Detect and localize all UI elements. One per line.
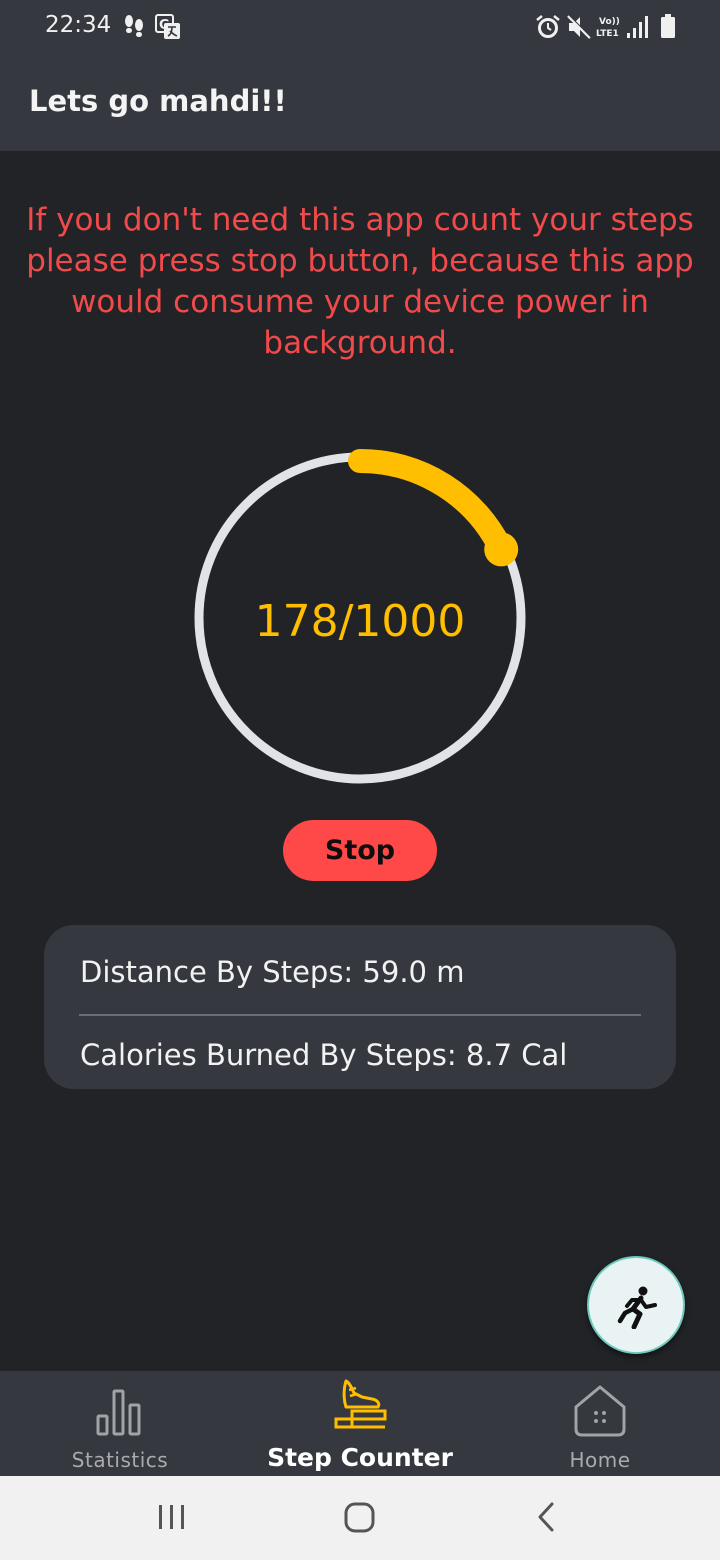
stop-button[interactable]: Stop — [283, 820, 437, 881]
alarm-icon — [536, 15, 560, 38]
bottom-nav: Statistics Step Counter Home — [0, 1371, 720, 1476]
battery-warning-text: If you don't need this app count your st… — [26, 202, 694, 361]
footsteps-icon — [125, 15, 143, 37]
nav-label-step-counter: Step Counter — [267, 1443, 453, 1472]
app-title: Lets go mahdi!! — [29, 84, 287, 118]
nav-item-statistics[interactable]: Statistics — [0, 1371, 240, 1476]
run-fab-button[interactable] — [587, 1256, 685, 1354]
home-icon — [574, 1385, 626, 1437]
nav-label-statistics: Statistics — [71, 1448, 169, 1472]
home-circle-icon[interactable] — [338, 1476, 382, 1560]
translate-icon: G — [155, 14, 180, 39]
stats-card: Distance By Steps: 59.0 m Calories Burne… — [44, 925, 676, 1089]
svg-text:LTE1: LTE1 — [596, 29, 619, 39]
nav-label-home: Home — [569, 1448, 631, 1472]
divider — [79, 1014, 641, 1016]
shoe-step-icon — [334, 1379, 387, 1429]
back-icon[interactable] — [526, 1476, 566, 1560]
battery-icon — [661, 14, 675, 38]
signal-icon — [627, 16, 648, 38]
bar-chart-icon — [96, 1389, 141, 1436]
distance-text: Distance By Steps: 59.0 m — [80, 955, 465, 989]
svg-text:Vo)): Vo)) — [599, 17, 620, 27]
progress-knob — [484, 532, 519, 567]
app-bar: Lets go mahdi!! — [0, 54, 720, 151]
step-count: 178/1000 — [254, 596, 466, 647]
status-bar: 22:34 G Vo)) LTE1 — [0, 0, 720, 54]
nav-item-home[interactable]: Home — [480, 1371, 720, 1476]
system-nav-bar — [0, 1476, 720, 1560]
nav-item-step-counter[interactable]: Step Counter — [240, 1371, 480, 1476]
calories-text: Calories Burned By Steps: 8.7 Cal — [80, 1038, 568, 1072]
volte-icon: Vo)) LTE1 — [596, 17, 620, 39]
running-person-icon — [617, 1286, 657, 1329]
mute-icon — [567, 14, 592, 39]
recents-icon[interactable] — [150, 1476, 194, 1560]
status-time: 22:34 — [45, 12, 112, 38]
progress-arc — [348, 449, 514, 562]
